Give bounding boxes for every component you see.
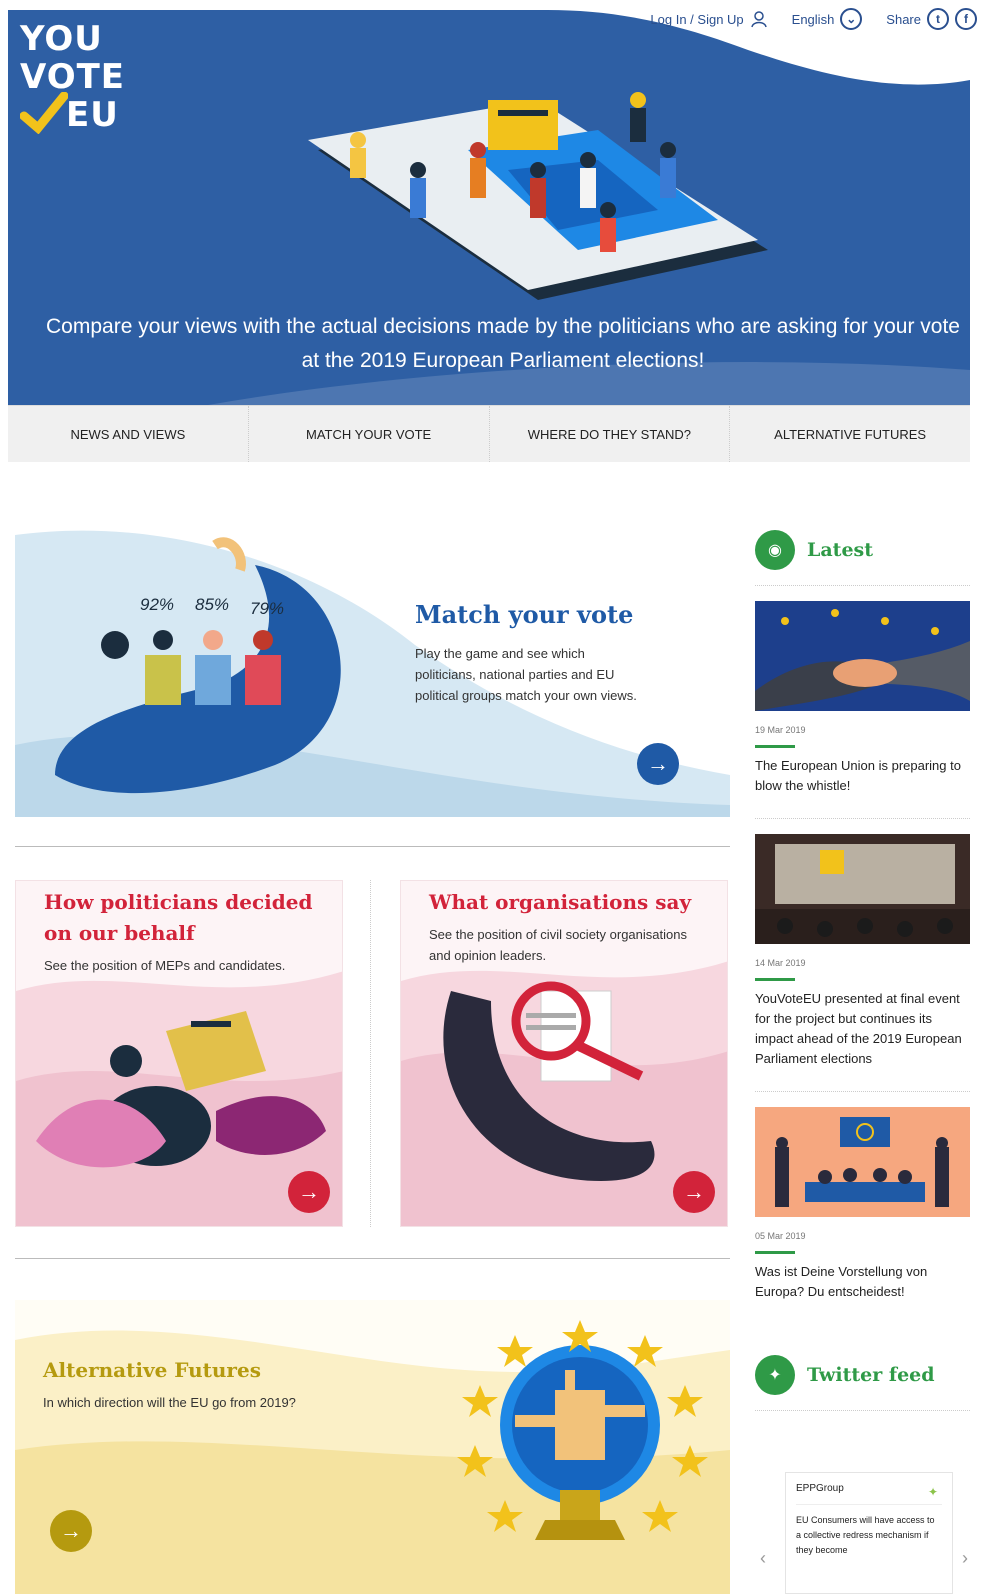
user-icon [750,11,767,28]
logo-line-you: YOU [20,19,103,59]
language-label: English [791,11,835,27]
rss-icon: ◉ [755,530,795,570]
divider [755,585,970,586]
news-image-illustration [755,1107,970,1217]
news-accent-bar [755,745,795,748]
language-selector[interactable]: English ⌄ [792,8,863,30]
logo-line-eu: EU [66,95,119,135]
alternative-futures-card[interactable]: Alternative Futures In which direction w… [15,1300,730,1594]
main-nav: NEWS AND VIEWS MATCH YOUR VOTE WHERE DO … [8,405,970,462]
people-on-map-illustration [308,92,768,300]
twitter-bird-icon: ✦ [927,1485,938,1499]
share-label: Share [886,11,921,27]
news-image-conference [755,834,970,944]
news-item[interactable]: 14 Mar 2019 YouVoteEU presented at final… [755,834,970,1069]
logo-line-vote: VOTE [20,57,126,97]
news-image-handshake [755,601,970,711]
news-title[interactable]: Was ist Deine Vorstellung von Europa? Du… [755,1262,970,1302]
match-arrow-button[interactable]: → [637,743,679,785]
twitter-icon: ✦ [755,1355,795,1395]
match-title: Match your vote [415,600,634,629]
twitter-share-icon[interactable]: t [927,8,949,30]
divider [15,846,730,847]
latest-heading-text: Latest [807,539,874,561]
conference-image [755,844,970,944]
organisations-card[interactable]: What organisations say See the position … [400,880,728,1227]
facebook-share-icon[interactable]: f [955,8,977,30]
arrow-right-icon: → [60,1518,82,1543]
tweet-user[interactable]: EPPGroup [796,1483,942,1494]
divider [796,1504,942,1505]
nav-news-and-views[interactable]: NEWS AND VIEWS [8,406,248,462]
alternative-futures-title: Alternative Futures [43,1358,261,1382]
hero-banner: YOU VOTE EU Compare your views with the … [8,10,970,405]
news-item[interactable]: 05 Mar 2019 Was ist Deine Vorstellung vo… [755,1107,970,1302]
share-group: Share t f [886,8,977,30]
organisations-title: What organisations say [429,890,692,914]
politicians-description: See the position of MEPs and candidates. [44,958,286,973]
match-description: Play the game and see which politicians,… [415,646,637,703]
match-pct-1: 92% [140,595,175,614]
tweet-card[interactable]: EPPGroup ✦ EU Consumers will have access… [785,1472,953,1594]
politicians-card[interactable]: How politicians decided on our behalf Se… [15,880,343,1227]
tweet-text: EU Consumers will have access to a colle… [796,1515,935,1555]
hero-illustration [298,70,778,315]
alternative-futures-illustration [15,1320,730,1594]
latest-heading: ◉ Latest [755,525,970,575]
twitter-heading-text: Twitter feed [807,1364,935,1386]
nav-match-your-vote[interactable]: MATCH YOUR VOTE [247,406,489,462]
chevron-down-icon: ⌄ [840,8,863,30]
divider [755,1091,970,1092]
hero-tagline: Compare your views with the actual decis… [46,315,960,372]
alternative-futures-description: In which direction will the EU go from 2… [43,1395,296,1410]
arrow-right-icon: → [647,751,669,776]
match-your-vote-card[interactable]: 92% 85% 79% Match your vote Play the gam… [15,525,730,817]
politicians-arrow-button[interactable]: → [288,1171,330,1213]
chevron-right-icon[interactable]: › [962,1548,968,1569]
eu-meeting-illustration [775,1117,949,1207]
login-signup-link[interactable]: Log In / Sign Up [650,10,767,28]
top-bar: Log In / Sign Up English ⌄ Share t f [650,8,977,30]
twitter-heading: ✦ Twitter feed [755,1350,970,1400]
chevron-left-icon[interactable]: ‹ [760,1548,766,1569]
news-date: 14 Mar 2019 [755,958,806,968]
youvoteeu-logo[interactable]: YOU VOTE EU [20,18,140,138]
nav-where-do-they-stand[interactable]: WHERE DO THEY STAND? [488,406,730,462]
check-icon [20,92,68,134]
news-title[interactable]: YouVoteEU presented at final event for t… [755,989,970,1069]
handshake-image [755,609,970,711]
divider [755,818,970,819]
news-accent-bar [755,1251,795,1254]
news-date: 19 Mar 2019 [755,725,806,735]
arrow-right-icon: → [683,1179,705,1204]
match-pct-2: 85% [195,595,230,614]
divider [755,1410,970,1411]
sidebar: ◉ Latest 19 Mar 2019 The European Union … [755,525,970,1411]
divider [15,1258,730,1259]
alternative-arrow-button[interactable]: → [50,1510,92,1552]
news-item[interactable]: 19 Mar 2019 The European Union is prepar… [755,601,970,796]
card-separator [370,880,372,1227]
organisations-description: See the position of civil society organi… [429,927,687,963]
news-date: 05 Mar 2019 [755,1231,806,1241]
nav-alternative-futures[interactable]: ALTERNATIVE FUTURES [729,406,970,462]
politicians-title: How politicians decided on our behalf [44,890,313,945]
arrow-right-icon: → [298,1179,320,1204]
news-title[interactable]: The European Union is preparing to blow … [755,756,970,796]
login-label: Log In / Sign Up [650,11,744,27]
organisations-arrow-button[interactable]: → [673,1171,715,1213]
match-pct-3: 79% [250,599,285,618]
news-accent-bar [755,978,795,981]
